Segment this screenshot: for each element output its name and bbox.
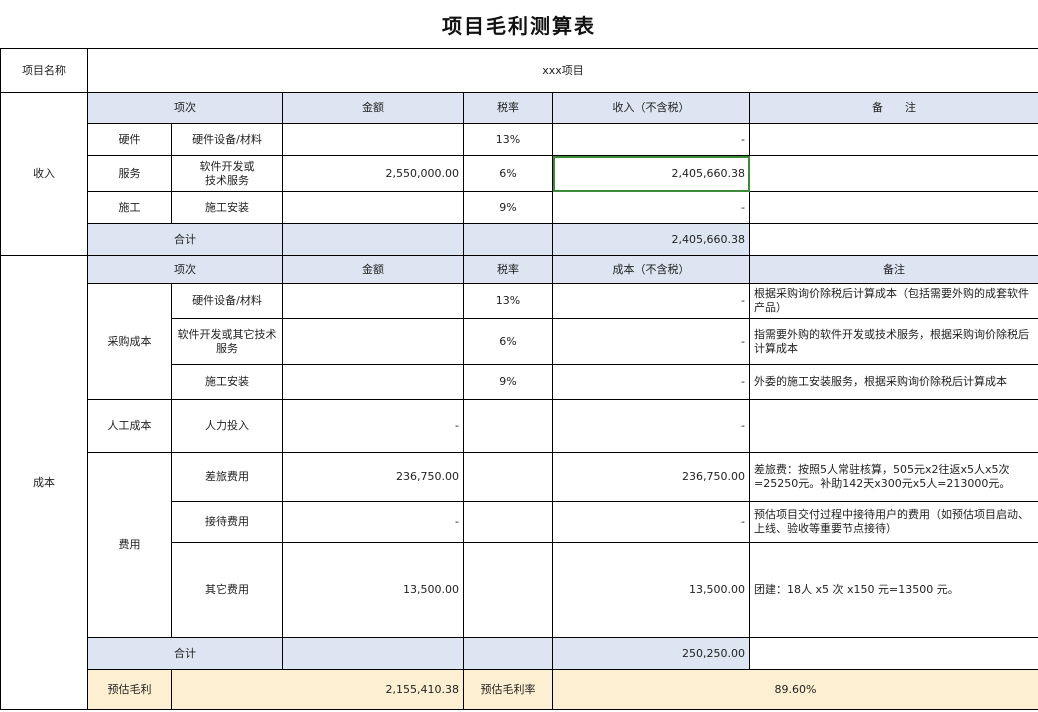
summary-row: 预估毛利 2,155,410.38 预估毛利率 89.60% [1, 669, 1038, 710]
project-name-label[interactable]: 项目名称 [0, 48, 88, 93]
income-total-revenue[interactable]: 2,405,660.38 [552, 223, 750, 256]
income-total-tax-rate[interactable] [463, 223, 553, 256]
cost-item[interactable]: 其它费用 [171, 542, 283, 638]
cost-value[interactable]: - [552, 364, 750, 400]
income-total-label[interactable]: 合计 [87, 223, 283, 256]
cost-total-label[interactable]: 合计 [87, 637, 283, 670]
cost-item[interactable]: 施工安装 [171, 364, 283, 400]
cost-note[interactable]: 差旅费：按照5人常驻核算，505元x2往返x5人x5次=25250元。补助142… [749, 452, 1038, 502]
income-category[interactable]: 服务 [87, 155, 172, 192]
cost-total-note[interactable] [749, 637, 1038, 670]
cost-amount[interactable]: - [282, 399, 464, 453]
cost-amount[interactable] [282, 364, 464, 400]
cost-note[interactable]: 外委的施工安装服务，根据采购询价除税后计算成本 [749, 364, 1038, 400]
margin-label[interactable]: 预估毛利率 [463, 669, 553, 710]
income-header-amount[interactable]: 金额 [282, 92, 464, 124]
table-row: 硬件 硬件设备/材料 13% - [1, 123, 1038, 156]
income-tax-rate[interactable]: 6% [463, 155, 553, 192]
income-note[interactable] [749, 155, 1038, 192]
cost-header-tax-rate[interactable]: 税率 [463, 255, 553, 284]
cost-header-row: 成本 项次 金额 税率 成本（不含税） 备注 [0, 255, 1038, 710]
sheet-title: 项目毛利测算表 [442, 13, 596, 38]
cost-item[interactable]: 软件开发或其它技术服务 [171, 318, 283, 365]
cost-tax-rate[interactable] [463, 501, 553, 543]
gross-profit-label[interactable]: 预估毛利 [87, 669, 172, 710]
profit-sheet-table: 项目名称 xxx项目 收入 项次 金额 税率 收入（不含税） 备 注 硬件 硬件… [0, 48, 1038, 710]
cost-total-value[interactable]: 250,250.00 [552, 637, 750, 670]
income-item[interactable]: 软件开发或 技术服务 [171, 155, 283, 192]
cost-value[interactable]: 13,500.00 [552, 542, 750, 638]
income-header-revenue[interactable]: 收入（不含税） [552, 92, 750, 124]
project-row: 项目名称 xxx项目 [0, 48, 1038, 93]
income-note[interactable] [749, 123, 1038, 156]
cost-tax-rate[interactable] [463, 452, 553, 502]
income-note[interactable] [749, 191, 1038, 224]
cost-amount[interactable]: - [282, 501, 464, 543]
table-row: 服务 软件开发或 技术服务 2,550,000.00 6% 2,405,660.… [1, 155, 1038, 192]
project-name-value[interactable]: xxx项目 [87, 48, 1038, 93]
cost-tax-rate[interactable]: 9% [463, 364, 553, 400]
cost-note[interactable] [749, 399, 1038, 453]
margin-value[interactable]: 89.60% [552, 669, 1038, 710]
cost-header-amount[interactable]: 金额 [282, 255, 464, 284]
income-category[interactable]: 施工 [87, 191, 172, 224]
cost-tax-rate[interactable] [463, 542, 553, 638]
cost-category[interactable]: 采购成本 [87, 283, 172, 400]
cost-category[interactable]: 费用 [87, 452, 172, 638]
cost-note[interactable]: 预估项目交付过程中接待用户的费用（如预估项目启动、上线、验收等重要节点接待） [749, 501, 1038, 543]
cost-tax-rate[interactable] [463, 399, 553, 453]
table-row: 费用 差旅费用 236,750.00 236,750.00 差旅费：按照5人常驻… [1, 452, 1038, 638]
income-amount[interactable] [282, 191, 464, 224]
cost-item[interactable]: 接待费用 [171, 501, 283, 543]
cost-amount[interactable] [282, 283, 464, 319]
cost-header-note[interactable]: 备注 [749, 255, 1038, 284]
income-revenue[interactable]: - [552, 191, 750, 224]
income-category[interactable]: 硬件 [87, 123, 172, 156]
cost-header-cost[interactable]: 成本（不含税） [552, 255, 750, 284]
cost-total-row: 合计 250,250.00 [1, 637, 1038, 670]
income-header-row: 收入 项次 金额 税率 收入（不含税） 备 注 [0, 92, 1038, 256]
gross-profit-value[interactable]: 2,155,410.38 [171, 669, 464, 710]
income-header-tax-rate[interactable]: 税率 [463, 92, 553, 124]
cost-value[interactable]: - [552, 501, 750, 543]
cost-value[interactable]: 236,750.00 [552, 452, 750, 502]
income-total-amount[interactable] [282, 223, 464, 256]
cost-note[interactable]: 根据采购询价除税后计算成本（包括需要外购的成套软件产品） [749, 283, 1038, 319]
cost-tax-rate[interactable]: 13% [463, 283, 553, 319]
cost-note[interactable]: 指需要外购的软件开发或技术服务，根据采购询价除税后计算成本 [749, 318, 1038, 365]
income-section-label[interactable]: 收入 [0, 92, 88, 256]
cost-amount[interactable] [282, 318, 464, 365]
cost-total-amount[interactable] [282, 637, 464, 670]
cost-header-item[interactable]: 项次 [87, 255, 283, 284]
cost-item[interactable]: 硬件设备/材料 [171, 283, 283, 319]
income-tax-rate[interactable]: 9% [463, 191, 553, 224]
income-revenue-selected-cell[interactable]: 2,405,660.38 [552, 155, 750, 192]
income-amount[interactable] [282, 123, 464, 156]
cost-value[interactable]: - [552, 399, 750, 453]
income-header-note[interactable]: 备 注 [749, 92, 1038, 124]
table-row: 采购成本 硬件设备/材料 13% - 根据采购询价除税后计算成本（包括需要外购的… [1, 283, 1038, 400]
income-total-row: 合计 2,405,660.38 [1, 223, 1038, 256]
income-header-item[interactable]: 项次 [87, 92, 283, 124]
table-row: 人工成本 人力投入 - - [1, 399, 1038, 453]
cost-tax-rate[interactable]: 6% [463, 318, 553, 365]
income-revenue[interactable]: - [552, 123, 750, 156]
income-tax-rate[interactable]: 13% [463, 123, 553, 156]
cost-item[interactable]: 差旅费用 [171, 452, 283, 502]
income-amount[interactable]: 2,550,000.00 [282, 155, 464, 192]
cost-amount[interactable]: 13,500.00 [282, 542, 464, 638]
cost-amount[interactable]: 236,750.00 [282, 452, 464, 502]
cost-value[interactable]: - [552, 283, 750, 319]
cost-total-tax-rate[interactable] [463, 637, 553, 670]
table-row: 施工 施工安装 9% - [1, 191, 1038, 224]
cost-note[interactable]: 团建：18人 x5 次 x150 元=13500 元。 [749, 542, 1038, 638]
cost-value[interactable]: - [552, 318, 750, 365]
income-item[interactable]: 施工安装 [171, 191, 283, 224]
cost-item[interactable]: 人力投入 [171, 399, 283, 453]
cost-section-label[interactable]: 成本 [0, 255, 88, 710]
cost-category[interactable]: 人工成本 [87, 399, 172, 453]
income-item[interactable]: 硬件设备/材料 [171, 123, 283, 156]
income-total-note[interactable] [749, 223, 1038, 256]
